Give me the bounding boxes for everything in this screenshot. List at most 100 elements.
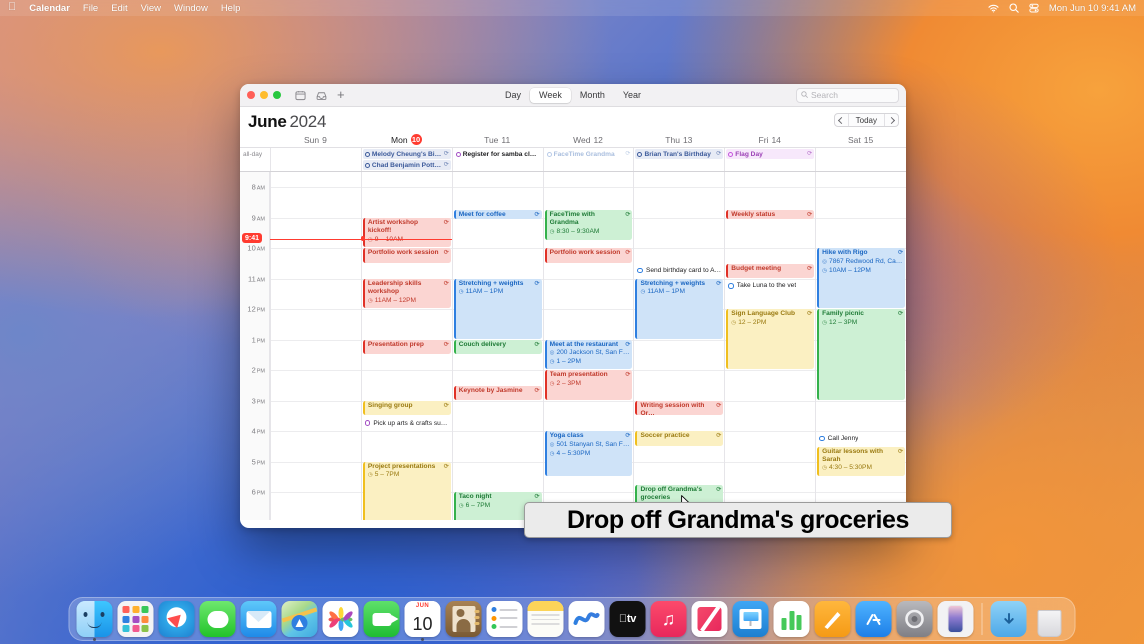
all-day-col-sun[interactable] [270,148,361,171]
calendar-event[interactable]: Singing group ⟳ [362,400,451,415]
calendar-event[interactable]: Sign Language Club ⟳ ◷ 12 – 2PM [726,309,815,370]
menu-item-help[interactable]: Help [221,3,241,14]
dock-item-music[interactable]: ♫ [650,601,687,637]
dock-item-maps[interactable] [281,601,318,637]
all-day-event[interactable]: Register for samba class [454,149,542,159]
dock-item-trash[interactable] [1032,601,1068,637]
dock-item-calendar[interactable]: JUN 10 [404,601,441,641]
calendar-window[interactable]: + Day Week Month Year Search June 2024 T… [240,84,906,528]
calendar-event[interactable]: Hike with Rigo ⟳ ◎ 7867 Redwood Rd, Castr… ◷… [817,248,906,309]
reminder-item[interactable]: Call Jenny [817,433,905,444]
iphone-mirroring-icon[interactable] [937,601,974,637]
messages-icon[interactable] [199,601,236,637]
calendar-event[interactable]: Meet for coffee ⟳ [453,210,542,220]
all-day-event[interactable]: Flag Day ⟳ [726,149,815,159]
day-header-tue[interactable]: Tue 11 [452,135,543,147]
dock-item-settings[interactable] [896,601,933,637]
calendar-event[interactable]: Team presentation ⟳ ◷ 2 – 3PM [544,370,633,400]
reminder-circle-icon[interactable] [364,420,371,426]
search-field[interactable]: Search [796,87,899,103]
spotlight-search-icon[interactable] [1009,3,1019,13]
today-button[interactable]: Today [847,114,885,126]
all-day-col-sat[interactable] [815,148,906,171]
calendar-icon[interactable]: JUN 10 [404,601,441,637]
mail-icon[interactable] [240,601,277,637]
dock-item-contacts[interactable] [445,601,482,637]
day-column-mon[interactable]: Artist workshop kickoff! ⟳ ◷ 9 – 10AM Portfo… [360,172,452,520]
day-header-mon[interactable]: Mon 10 [361,134,452,147]
calendar-event[interactable]: Leadership skills workshop ⟳ ◷ 11AM – 12PM [362,278,451,309]
tab-week[interactable]: Week [529,87,571,103]
dock-item-photos[interactable] [322,601,359,637]
calendar-event[interactable]: Stretching + weights ⟳ ◷ 11AM – 1PM [635,278,724,339]
all-day-event[interactable]: Brian Tran's Birthday ⟳ [635,149,724,159]
dock-item-messages[interactable] [199,601,236,637]
calendar-event[interactable]: Yoga class ⟳ ◎501 Stanyan St, San Fran…◷4 … [544,431,633,476]
dock-item-facetime[interactable] [363,601,400,637]
reminder-circle-icon[interactable] [728,283,734,289]
tab-day[interactable]: Day [496,88,530,103]
reminder-item[interactable]: Send birthday card to A… [635,265,723,276]
minimize-button[interactable] [260,91,268,99]
calendar-event[interactable]: Meet at the restaurant ⟳ ◎ 200 Jackson St, … [544,339,633,370]
day-column-thu[interactable]: Stretching + weights ⟳ ◷ 11AM – 1PM Writing … [633,172,725,520]
appstore-icon[interactable] [855,601,892,637]
all-day-col-tue[interactable]: Register for samba class [451,148,543,171]
previous-week-button[interactable] [835,114,848,126]
menu-item-calendar[interactable]: Calendar [29,3,70,14]
inbox-icon[interactable] [316,90,327,101]
day-header-wed[interactable]: Wed 12 [543,135,634,147]
view-switcher[interactable]: Day Week Month Year [496,87,650,103]
all-day-col-mon[interactable]: Melody Cheung's Birt… ⟳ Chad Benjamin Pott… [360,148,452,171]
tab-year[interactable]: Year [614,88,650,103]
all-day-col-fri[interactable]: Flag Day ⟳ [724,148,815,171]
dock-item-safari[interactable] [158,601,195,637]
reminder-circle-icon[interactable] [637,267,643,274]
freeform-icon[interactable] [568,601,605,637]
photos-icon[interactable] [322,601,359,637]
maps-icon[interactable] [281,601,318,637]
numbers-icon[interactable] [773,601,810,637]
dock-item-keynote[interactable] [732,601,769,637]
reminder-circle-icon[interactable] [819,435,825,442]
all-day-col-wed[interactable]: FaceTime Grandma ⟳ [542,148,634,171]
day-header-sat[interactable]: Sat 15 [815,135,906,147]
reminder-item[interactable]: Take Luna to the vet [726,280,814,291]
calendar-event[interactable]: Guitar lessons with Sarah ⟳ ◷ 4:30 – 5:30PM [817,446,906,476]
keynote-icon[interactable] [732,601,769,637]
facetime-icon[interactable] [363,601,400,637]
wifi-icon[interactable] [988,4,999,13]
dock-item-mail[interactable] [240,601,277,637]
appletv-icon[interactable]: tv [609,601,646,637]
calendar-event[interactable]: Family picnic ⟳ ◷ 12 – 3PM [817,309,906,400]
tab-month[interactable]: Month [571,88,614,103]
dock-item-launchpad[interactable] [117,601,154,637]
dock-item-iphone-mirroring[interactable] [937,601,974,637]
contacts-icon[interactable] [445,601,482,637]
trash-icon[interactable] [1032,601,1068,637]
calendar-event[interactable]: Presentation prep ⟳ [362,339,451,354]
calendar-event[interactable]: Portfolio work session ⟳ [544,248,633,263]
all-day-event[interactable]: Chad Benjamin Potter… ⟳ [362,160,451,170]
close-button[interactable] [247,91,255,99]
dock-item-appstore[interactable] [855,601,892,637]
calendar-event[interactable]: Portfolio work session ⟳ [362,248,451,263]
calendar-event[interactable]: Weekly status ⟳ [726,210,815,220]
calendar-event[interactable]: FaceTime with Grandma ⟳ ◷ 8:30 – 9:30AM [544,210,633,240]
dock-item-downloads-folder[interactable] [990,601,1027,637]
calendar-event[interactable]: Artist workshop kickoff! ⟳ ◷ 9 – 10AM [362,217,451,248]
notes-icon[interactable] [527,601,564,637]
control-center-icon[interactable] [1029,3,1039,13]
dock-item-freeform[interactable] [568,601,605,637]
news-icon[interactable] [691,601,728,637]
week-grid[interactable]: 8AM 9AM 10AM 11AM 12PM 1PM 2PM 3PM 4PM 5PM 6PM Art… [240,172,906,520]
finder-icon[interactable] [76,601,113,637]
add-event-button[interactable]: + [337,88,345,101]
apple-menu-icon[interactable]:  [8,2,16,13]
reminders-icon[interactable] [486,601,523,637]
dock[interactable]: JUN 10 tv♫ [68,597,1076,641]
day-header-fri[interactable]: Fri 14 [724,135,815,147]
menu-bar-clock[interactable]: Mon Jun 10 9:41 AM [1049,3,1136,14]
zoom-button[interactable] [273,91,281,99]
all-day-col-thu[interactable]: Brian Tran's Birthday ⟳ [633,148,724,171]
